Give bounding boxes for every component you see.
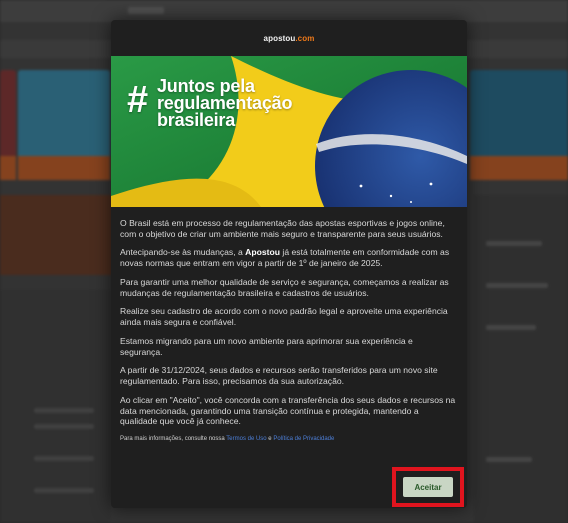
paragraph-consent: Ao clicar em "Aceito", você concorda com… bbox=[120, 394, 456, 427]
paragraph-migration: Estamos migrando para um novo ambiente p… bbox=[120, 335, 413, 357]
paragraph-intro: O Brasil está em processo de regulamenta… bbox=[120, 218, 445, 239]
modal-body: O Brasil está em processo de regulamenta… bbox=[111, 207, 467, 443]
apostou-logo: apostou.com bbox=[263, 33, 315, 43]
paragraph-register: Realize seu cadastro de acordo com o nov… bbox=[120, 306, 448, 328]
terms-of-use-link[interactable]: Termos de Uso bbox=[226, 436, 266, 442]
hero-headline: # Juntos pela regulamentação brasileira bbox=[127, 77, 292, 130]
accept-button-highlight: Aceitar bbox=[392, 467, 464, 507]
regulation-modal: apostou.com # Juntos pela regulamentação… bbox=[111, 20, 467, 508]
hero-line-3: brasileira bbox=[157, 110, 236, 130]
more-info-text: Para mais informações, consulte nossa Te… bbox=[120, 435, 335, 442]
paragraph-transfer-date: A partir de 31/12/2024, seus dados e rec… bbox=[120, 365, 438, 387]
hashtag-symbol: # bbox=[127, 79, 148, 121]
paragraph-compliance: Antecipando-se às mudanças, a Apostou já… bbox=[120, 247, 450, 269]
accept-button[interactable]: Aceitar bbox=[403, 477, 453, 497]
privacy-policy-link[interactable]: Política de Privacidade bbox=[273, 436, 334, 442]
hero-banner: # Juntos pela regulamentação brasileira bbox=[111, 56, 467, 207]
modal-header: apostou.com bbox=[111, 20, 467, 56]
paragraph-quality: Para garantir uma melhor qualidade de se… bbox=[120, 276, 449, 298]
